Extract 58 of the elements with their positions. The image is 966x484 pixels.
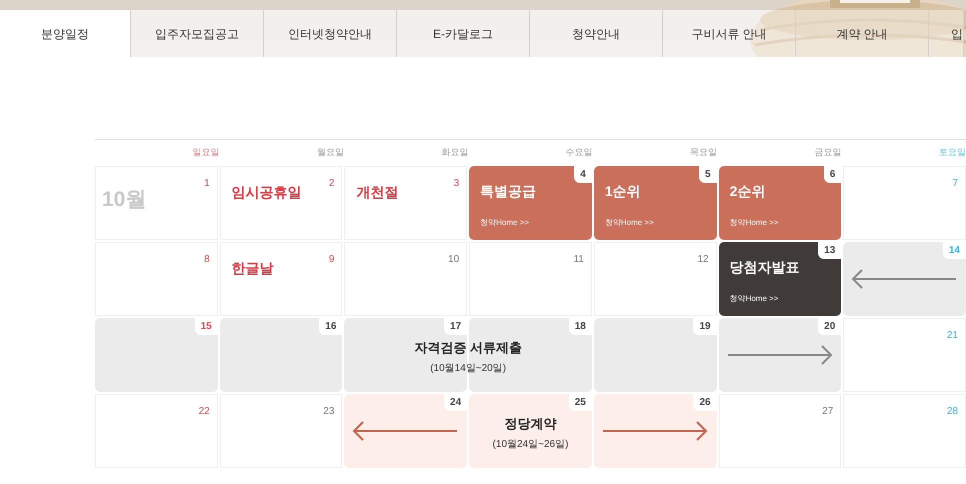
tab[interactable]: 분양일정 — [0, 10, 131, 57]
day-number: 18 — [568, 318, 592, 335]
day-number: 6 — [824, 166, 842, 183]
day-number: 4 — [574, 166, 592, 183]
day-number: 8 — [204, 253, 210, 267]
cheongyak-home-link[interactable]: 청약Home >> — [480, 217, 530, 229]
day-number: 13 — [818, 242, 842, 259]
day-number: 28 — [946, 405, 958, 419]
day-number: 19 — [693, 318, 717, 335]
event-title: 개천절 — [356, 183, 398, 202]
day-number: 2 — [328, 177, 334, 191]
event-title: 1순위 — [604, 182, 641, 201]
day-number: 11 — [573, 253, 584, 267]
cheongyak-home-link[interactable]: 청약Home >> — [730, 293, 778, 305]
day-number: 7 — [952, 177, 958, 191]
tab[interactable]: E-카달로그 — [397, 10, 530, 57]
day-number: 14 — [942, 242, 966, 259]
day-number: 27 — [822, 405, 834, 419]
day-number: 5 — [699, 166, 717, 183]
event-title: 한글날 — [232, 259, 274, 278]
period-dates: (10월24일~26일) — [492, 438, 568, 452]
day-number: 9 — [328, 253, 334, 267]
tab[interactable]: 입 — [929, 10, 964, 57]
weekday-label: 토요일 — [939, 146, 966, 159]
day-number: 3 — [454, 177, 460, 191]
cheongyak-home-link[interactable]: 청약Home >> — [730, 217, 778, 229]
tab[interactable]: 구비서류 안내 — [663, 10, 796, 57]
day-number: 17 — [444, 318, 468, 335]
weekday-label: 수요일 — [566, 146, 593, 159]
day-number: 22 — [198, 405, 210, 419]
day-number: 1 — [204, 177, 210, 191]
day-number: 20 — [818, 318, 842, 335]
cheongyak-home-link[interactable]: 청약Home >> — [604, 217, 654, 229]
weekday-label: 목요일 — [690, 146, 718, 159]
day-number: 26 — [693, 394, 717, 411]
weekday-label: 금요일 — [814, 146, 842, 159]
period-dates: (10월14일~20일) — [430, 362, 506, 376]
day-number: 25 — [568, 394, 592, 411]
period-title: 자격검증 서류제출 — [414, 339, 522, 357]
weekday-label: 월요일 — [316, 146, 344, 159]
weekday-label: 화요일 — [441, 146, 468, 159]
tab[interactable]: 청약안내 — [530, 10, 663, 57]
day-number: 23 — [323, 405, 334, 419]
tab[interactable]: 입주자모집공고 — [131, 10, 264, 57]
tab[interactable]: 인터넷청약안내 — [264, 10, 397, 57]
day-number: 21 — [946, 329, 958, 343]
tab[interactable]: 계약 안내 — [796, 10, 929, 57]
day-number: 15 — [194, 318, 218, 335]
day-number: 10 — [448, 253, 460, 267]
event-title: 당첨자발표 — [730, 258, 800, 277]
day-number: 24 — [444, 394, 468, 411]
event-title: 2순위 — [730, 182, 766, 201]
day-number: 16 — [319, 318, 342, 335]
weekday-label: 일요일 — [192, 146, 220, 159]
period-title: 정당계약 — [504, 415, 556, 433]
event-title: 특별공급 — [480, 182, 536, 201]
day-number: 12 — [697, 253, 709, 267]
event-title: 임시공휴일 — [232, 183, 302, 202]
